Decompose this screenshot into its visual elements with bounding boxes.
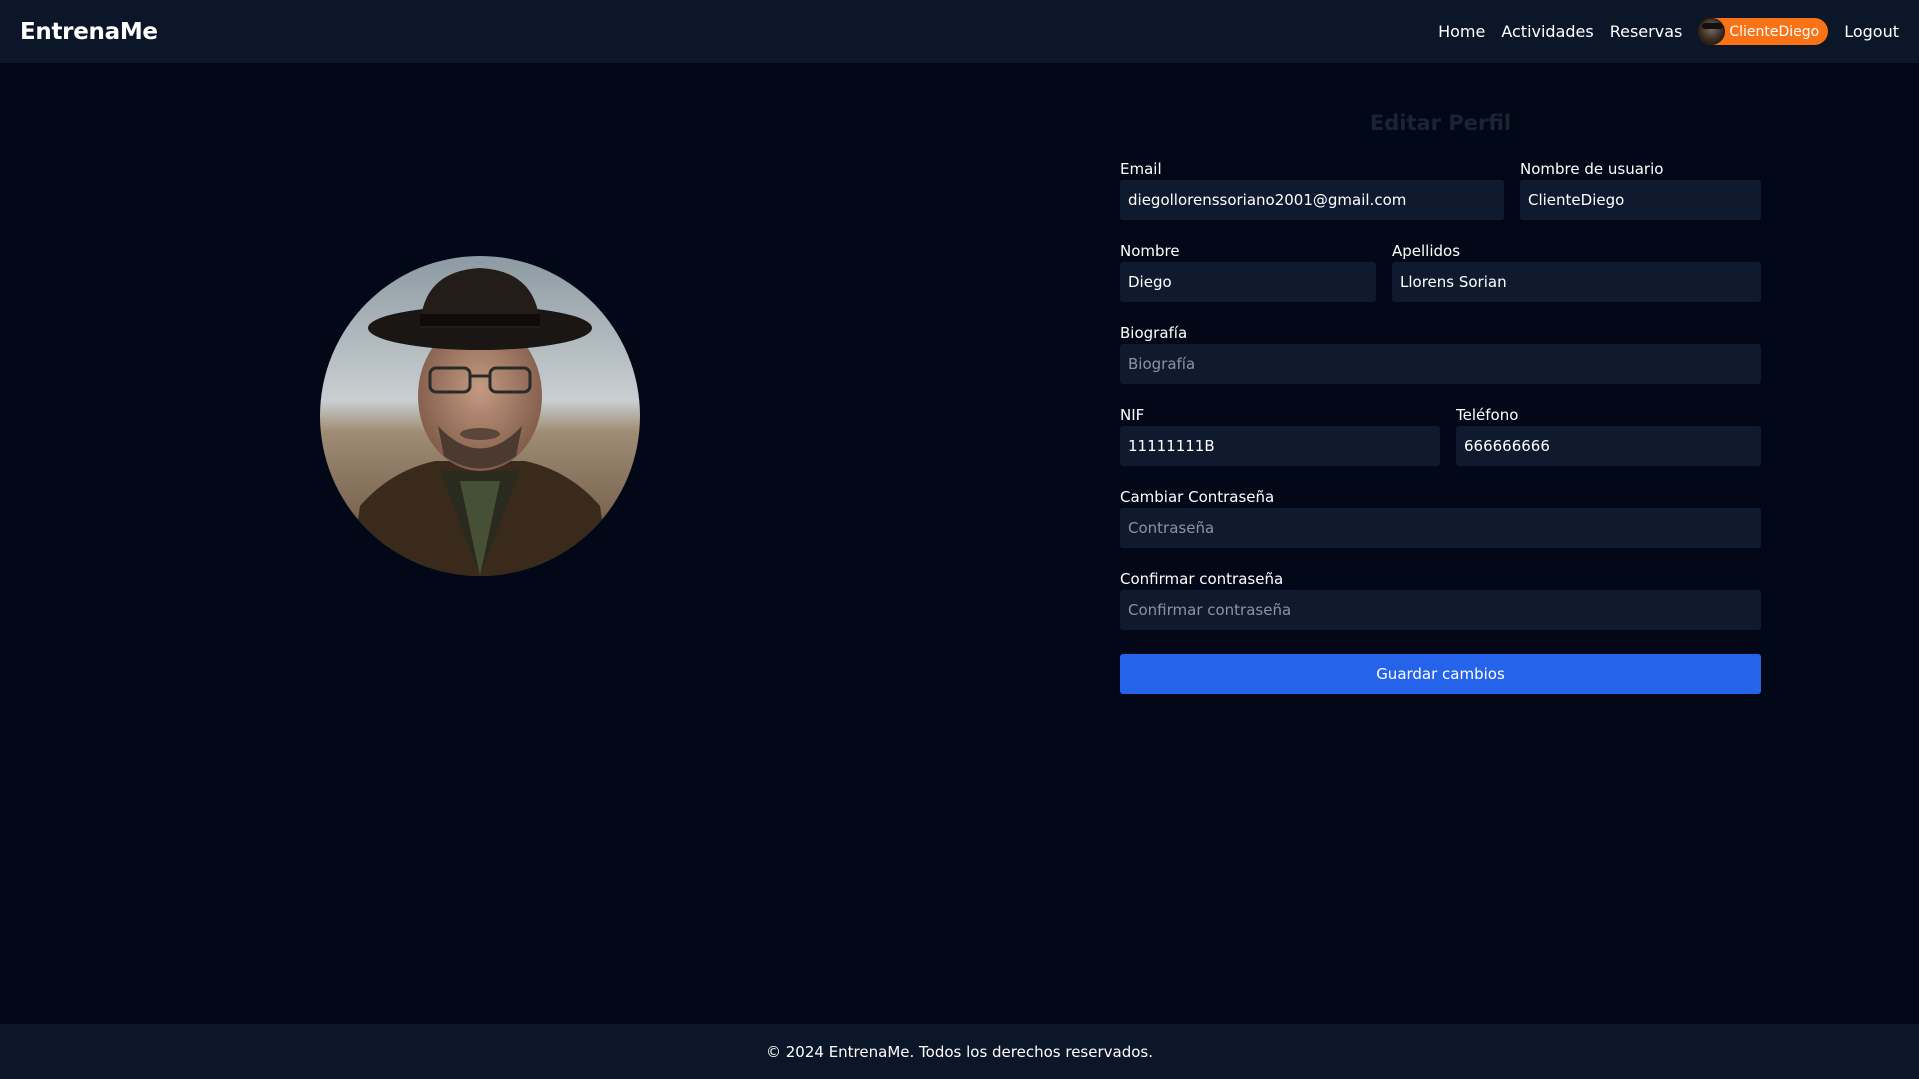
footer-copyright: © 2024 EntrenaMe. Todos los derechos res… [765,1042,1153,1061]
username-input[interactable] [1520,180,1761,220]
edit-profile-form: Editar Perfil Email Nombre de usuario No… [1120,106,1761,694]
row-email-username: Email Nombre de usuario [1120,158,1761,220]
first-name-field-group: Nombre [1120,240,1376,302]
first-name-label: Nombre [1120,242,1180,260]
nif-input[interactable] [1120,426,1440,466]
row-bio: Biografía [1120,322,1761,384]
row-nif-phone: NIF Teléfono [1120,404,1761,466]
password-field-group: Cambiar Contraseña [1120,486,1761,548]
confirm-password-input[interactable] [1120,590,1761,630]
nav-link-reservas[interactable]: Reservas [1610,22,1683,41]
last-name-label: Apellidos [1392,242,1461,260]
logout-link[interactable]: Logout [1844,22,1899,41]
form-title: Editar Perfil [1369,111,1512,135]
last-name-input[interactable] [1392,262,1761,302]
nav-link-home[interactable]: Home [1438,22,1485,41]
phone-field-group: Teléfono [1456,404,1761,466]
user-avatar-icon [1698,18,1726,45]
phone-label: Teléfono [1456,406,1519,424]
email-field-group: Email [1120,158,1504,220]
first-name-input[interactable] [1120,262,1376,302]
footer: © 2024 EntrenaMe. Todos los derechos res… [0,1024,1919,1079]
profile-avatar [320,256,640,576]
bio-input[interactable] [1120,344,1761,384]
bio-field-group: Biografía [1120,322,1761,384]
confirm-password-field-group: Confirmar contraseña [1120,568,1761,630]
row-password: Cambiar Contraseña [1120,486,1761,548]
save-changes-button[interactable]: Guardar cambios [1120,654,1761,694]
last-name-field-group: Apellidos [1392,240,1761,302]
nav-link-actividades[interactable]: Actividades [1501,22,1593,41]
password-input[interactable] [1120,508,1761,548]
row-name: Nombre Apellidos [1120,240,1761,302]
email-label: Email [1120,160,1162,178]
phone-input[interactable] [1456,426,1761,466]
user-name-label: ClienteDiego [1729,23,1820,40]
password-label: Cambiar Contraseña [1120,488,1275,506]
profile-photo [320,256,640,576]
nif-label: NIF [1120,406,1145,424]
navbar: EntrenaMe Home Actividades Reservas Clie… [0,0,1919,63]
username-field-group: Nombre de usuario [1520,158,1761,220]
brand-logo[interactable]: EntrenaMe [20,19,158,45]
confirm-password-label: Confirmar contraseña [1120,570,1284,588]
email-input[interactable] [1120,180,1504,220]
nif-field-group: NIF [1120,404,1440,466]
user-menu-button[interactable]: ClienteDiego [1698,18,1829,45]
username-label: Nombre de usuario [1520,160,1664,178]
row-confirm-password: Confirmar contraseña [1120,568,1761,630]
nav-links: Home Actividades Reservas ClienteDiego L… [1438,18,1899,45]
main-content: Editar Perfil Email Nombre de usuario No… [0,63,1919,1024]
bio-label: Biografía [1120,324,1188,342]
